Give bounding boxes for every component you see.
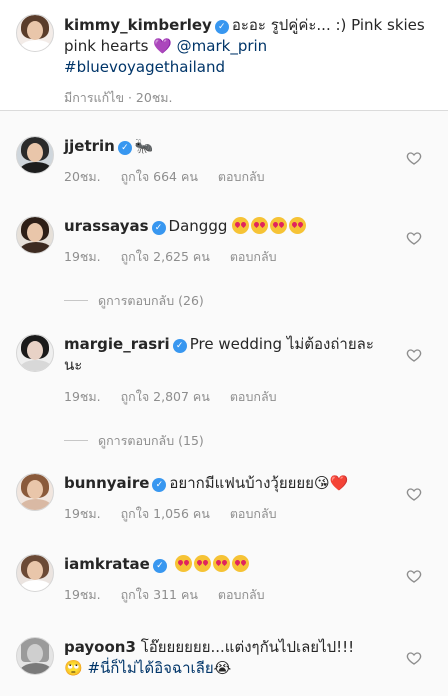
comment-text: อยากมีแฟนบ้างวุ้ยยยย😘❤️ bbox=[169, 474, 349, 492]
caption-text: อะอะ รูปคู่ค่ะ... :) Pink skies bbox=[231, 16, 425, 34]
comment-likes[interactable]: ถูกใจ 2,625 คน bbox=[121, 249, 210, 264]
view-replies-button[interactable]: ดูการตอบกลับ (26) bbox=[64, 291, 204, 311]
verified-icon: ✓ bbox=[214, 20, 229, 34]
comment-line: iamkratae ✓ bbox=[64, 554, 424, 575]
reply-button[interactable]: ตอบกลับ bbox=[230, 506, 277, 521]
comment-meta: 19ชม. ถูกใจ 2,625 คน ตอบกลับ bbox=[64, 247, 297, 267]
caption-username[interactable]: kimmy_kimberley bbox=[64, 16, 212, 34]
heart-eyes-emoji-icon bbox=[193, 555, 211, 572]
comment-line-2: 🙄 #นี่ก็ไม่ได้อิจฉาเลีย😭 bbox=[64, 658, 424, 679]
comment-hashtag[interactable]: #นี่ก็ไม่ได้อิจฉาเลีย bbox=[87, 659, 213, 677]
verified-icon: ✓ bbox=[152, 559, 167, 573]
comment-meta: 19ชม. ถูกใจ 1,056 คน ตอบกลับ bbox=[64, 504, 297, 524]
comment-line-2: นะ bbox=[64, 355, 424, 376]
caption-meta: มีการแก้ไข · 20ชม. bbox=[64, 90, 173, 105]
heart-icon[interactable] bbox=[406, 150, 422, 166]
comment-meta: 19ชม. ถูกใจ 311 คน ตอบกลับ bbox=[64, 585, 285, 605]
comment-time: 19ชม. bbox=[64, 389, 101, 404]
comment-username[interactable]: urassayas bbox=[64, 217, 149, 235]
comment-text: โอ๊ยยยยยย...แต่งๆกันไปเลยไป!!! bbox=[140, 638, 355, 656]
divider bbox=[64, 300, 88, 301]
verified-icon: ✓ bbox=[172, 339, 187, 353]
verified-icon: ✓ bbox=[152, 478, 167, 492]
comment-username[interactable]: bunnyaire bbox=[64, 474, 149, 492]
comment-text: Pre wedding ไม่ต้องถ่ายละ bbox=[189, 335, 374, 353]
heart-icon[interactable] bbox=[406, 230, 422, 246]
comment-meta: 19ชม. ถูกใจ 2,807 คน ตอบกลับ bbox=[64, 387, 297, 407]
reply-button[interactable]: ตอบกลับ bbox=[230, 389, 277, 404]
comment-text: Danggg bbox=[168, 217, 228, 235]
comment-line: bunnyaire ✓ อยากมีแฟนบ้างวุ้ยยยย😘❤️ bbox=[64, 473, 424, 494]
heart-eyes-emoji-icon bbox=[289, 217, 307, 234]
comments-list: jjetrin ✓ 🐜 20ชม. ถูกใจ 664 คน ตอบกลับ urass… bbox=[0, 111, 448, 696]
comment-username[interactable]: jjetrin bbox=[64, 137, 115, 155]
comment-meta: 20ชม. ถูกใจ 664 คน ตอบกลับ bbox=[64, 167, 285, 187]
comment-line: urassayas ✓ Danggg bbox=[64, 216, 424, 237]
comment-time: 19ชม. bbox=[64, 587, 101, 602]
comment-username[interactable]: payoon3 bbox=[64, 638, 136, 656]
avatar[interactable] bbox=[16, 637, 54, 675]
caption-line-3: #bluevoyagethailand bbox=[64, 57, 424, 78]
comment-username[interactable]: margie_rasri bbox=[64, 335, 170, 353]
divider bbox=[64, 440, 88, 441]
heart-icon[interactable] bbox=[406, 347, 422, 363]
comment-likes[interactable]: ถูกใจ 664 คน bbox=[121, 169, 198, 184]
comment-text-2-prefix: 🙄 bbox=[64, 659, 88, 677]
comment-likes[interactable]: ถูกใจ 1,056 คน bbox=[121, 506, 210, 521]
heart-icon[interactable] bbox=[406, 650, 422, 666]
avatar[interactable] bbox=[16, 216, 54, 254]
comment-text-2-suffix: 😭 bbox=[213, 659, 232, 677]
view-replies-label: ดูการตอบกลับ (15) bbox=[98, 433, 204, 448]
comment-username[interactable]: iamkratae bbox=[64, 555, 150, 573]
comment-time: 19ชม. bbox=[64, 506, 101, 521]
avatar[interactable] bbox=[16, 14, 54, 52]
heart-icon[interactable] bbox=[406, 486, 422, 502]
heart-eyes-emoji-icon bbox=[270, 217, 288, 234]
caption-line-2: pink hearts 💜 @mark_prin bbox=[64, 36, 424, 57]
comment-time: 20ชม. bbox=[64, 169, 101, 184]
comment-time: 19ชม. bbox=[64, 249, 101, 264]
comment-likes[interactable]: ถูกใจ 311 คน bbox=[121, 587, 198, 602]
caption-mention[interactable]: @mark_prin bbox=[177, 37, 268, 55]
heart-eyes-emoji-icon bbox=[232, 217, 250, 234]
comment-likes[interactable]: ถูกใจ 2,807 คน bbox=[121, 389, 210, 404]
heart-icon[interactable] bbox=[406, 568, 422, 584]
heart-eyes-emoji-icon bbox=[231, 555, 249, 572]
caption-line-1: kimmy_kimberley ✓ อะอะ รูปคู่ค่ะ... :) Pin… bbox=[64, 15, 425, 36]
caption-hashtag[interactable]: #bluevoyagethailand bbox=[64, 58, 225, 76]
avatar[interactable] bbox=[16, 473, 54, 511]
heart-eyes-emoji-icon bbox=[251, 217, 269, 234]
reply-button[interactable]: ตอบกลับ bbox=[230, 249, 277, 264]
comment-line: payoon3 โอ๊ยยยยยย...แต่งๆกันไปเลยไป!!! bbox=[64, 637, 424, 658]
reply-button[interactable]: ตอบกลับ bbox=[218, 587, 265, 602]
reply-button[interactable]: ตอบกลับ bbox=[218, 169, 265, 184]
comment-line: margie_rasri ✓ Pre wedding ไม่ต้องถ่ายละ bbox=[64, 334, 424, 355]
verified-icon: ✓ bbox=[151, 221, 166, 235]
avatar[interactable] bbox=[16, 334, 54, 372]
comment-text-2: นะ bbox=[64, 356, 83, 374]
view-replies-button[interactable]: ดูการตอบกลับ (15) bbox=[64, 431, 204, 451]
comment-text: 🐜 bbox=[134, 137, 154, 155]
caption-section: kimmy_kimberley ✓ อะอะ รูปคู่ค่ะ... :) Pin… bbox=[0, 0, 448, 110]
avatar[interactable] bbox=[16, 136, 54, 174]
heart-eyes-emoji-icon bbox=[174, 555, 192, 572]
avatar[interactable] bbox=[16, 554, 54, 592]
comment-line: jjetrin ✓ 🐜 bbox=[64, 136, 424, 157]
verified-icon: ✓ bbox=[117, 141, 132, 155]
heart-eyes-emoji-icon bbox=[212, 555, 230, 572]
view-replies-label: ดูการตอบกลับ (26) bbox=[98, 293, 204, 308]
caption-text-2: pink hearts 💜 bbox=[64, 37, 177, 55]
